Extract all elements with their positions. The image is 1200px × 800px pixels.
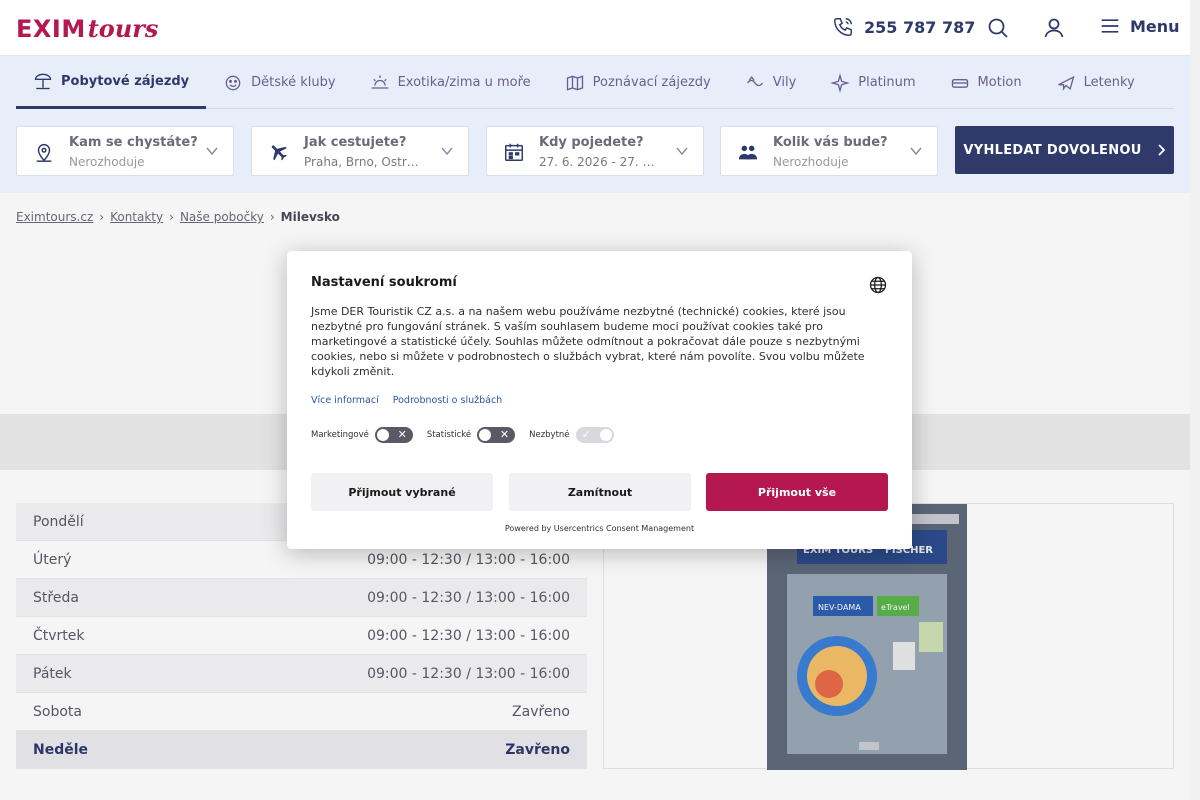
travelers-select[interactable]: Kolik vás bude? Nerozhoduje bbox=[720, 126, 938, 176]
service-details-link[interactable]: Podrobnosti o službách bbox=[393, 395, 502, 406]
search-icon[interactable] bbox=[986, 16, 1010, 40]
destination-value: Nerozhoduje bbox=[69, 155, 145, 169]
chevron-down-icon bbox=[910, 147, 922, 156]
tab-label: Poznávací zájezdy bbox=[592, 75, 711, 90]
tab-exotika[interactable]: Exotika/zima u moře bbox=[353, 56, 548, 109]
privacy-settings-modal: Nastavení soukromí Jsme DER Touristik CZ… bbox=[287, 251, 912, 549]
marketing-toggle-item: Marketingové ✕ bbox=[311, 427, 413, 443]
tab-poznavaci-zajezdy[interactable]: Poznávací zájezdy bbox=[548, 56, 728, 109]
modal-title: Nastavení soukromí bbox=[311, 275, 457, 290]
toggle-label: Marketingové bbox=[311, 430, 369, 440]
tab-label: Letenky bbox=[1083, 75, 1135, 90]
consent-toggles: Marketingové ✕ Statistické ✕ Nezbytné ✓ bbox=[311, 427, 628, 443]
eximtours-logo[interactable]: EXIM tours bbox=[16, 14, 158, 43]
plane-icon bbox=[271, 145, 287, 161]
search-band: Pobytové zájezdy Dětské kluby Exotika/zi… bbox=[0, 56, 1190, 193]
statistics-toggle[interactable]: ✕ bbox=[477, 427, 516, 443]
accept-selected-button[interactable]: Přijmout vybrané bbox=[311, 473, 493, 511]
departure-select[interactable]: Jak cestujete? Praha, Brno, Ostr… bbox=[251, 126, 469, 176]
category-tabs: Pobytové zájezdy Dětské kluby Exotika/zi… bbox=[16, 56, 1174, 109]
map-pin-icon bbox=[36, 144, 52, 162]
logo-exim-text: EXIM bbox=[16, 15, 86, 43]
tab-motion[interactable]: Motion bbox=[933, 56, 1039, 109]
page-scrollbar[interactable] bbox=[1190, 0, 1200, 800]
beach-umbrella-icon bbox=[34, 73, 52, 90]
search-holiday-button[interactable]: VYHLEDAT DOVOLENOU bbox=[955, 126, 1174, 174]
search-button-label: VYHLEDAT DOVOLENOU bbox=[963, 142, 1142, 158]
smiley-icon bbox=[225, 75, 241, 90]
plane-icon bbox=[1057, 75, 1075, 91]
map-icon bbox=[566, 74, 583, 91]
tab-label: Pobytové zájezdy bbox=[61, 73, 190, 89]
tab-label: Exotika/zima u moře bbox=[397, 75, 531, 90]
necessary-toggle-item: Nezbytné ✓ bbox=[529, 427, 614, 443]
modal-links: Více informací Podrobnosti o službách bbox=[311, 395, 502, 406]
accept-all-button[interactable]: Přijmout vše bbox=[706, 473, 888, 511]
menu-button[interactable]: Menu bbox=[1100, 16, 1180, 36]
x-icon: ✕ bbox=[499, 428, 510, 441]
dates-select[interactable]: Kdy pojedete? 27. 6. 2026 - 27. 8… bbox=[486, 126, 704, 176]
villa-icon bbox=[746, 75, 763, 86]
modal-description: Jsme DER Touristik CZ a.s. a na našem we… bbox=[311, 305, 865, 378]
check-icon: ✓ bbox=[581, 428, 591, 441]
toggle-label: Statistické bbox=[426, 430, 472, 440]
tab-vily[interactable]: Vily bbox=[728, 56, 814, 109]
tab-label: Vily bbox=[772, 75, 797, 90]
departure-title: Jak cestujete? bbox=[304, 135, 407, 150]
bed-icon bbox=[951, 78, 968, 88]
menu-label: Menu bbox=[1130, 16, 1180, 36]
top-header: EXIM tours 255 787 787 Menu bbox=[0, 0, 1190, 56]
travelers-value: Nerozhoduje bbox=[773, 155, 849, 169]
chevron-right-icon bbox=[1157, 144, 1165, 156]
travelers-title: Kolik vás bude? bbox=[773, 135, 888, 150]
language-globe-icon[interactable] bbox=[868, 275, 888, 295]
destination-select[interactable]: Kam se chystáte? Nerozhoduje bbox=[16, 126, 234, 176]
reject-button[interactable]: Zamítnout bbox=[509, 473, 691, 511]
tab-platinum[interactable]: Platinum bbox=[813, 56, 932, 109]
necessary-toggle: ✓ bbox=[575, 427, 614, 443]
destination-title: Kam se chystáte? bbox=[69, 135, 198, 150]
user-icon[interactable] bbox=[1042, 16, 1066, 40]
departure-value: Praha, Brno, Ostr… bbox=[304, 155, 419, 169]
chevron-down-icon bbox=[676, 147, 688, 156]
tab-label: Dětské kluby bbox=[251, 75, 336, 90]
calendar-icon bbox=[505, 143, 523, 161]
chevron-down-icon bbox=[441, 147, 453, 156]
statistics-toggle-item: Statistické ✕ bbox=[426, 427, 516, 443]
phone-number: 255 787 787 bbox=[864, 17, 976, 37]
sparkle-icon bbox=[830, 72, 851, 93]
dates-value: 27. 6. 2026 - 27. 8… bbox=[539, 155, 659, 169]
powered-by-text: Powered by Usercentrics Consent Manageme… bbox=[504, 524, 695, 533]
tab-pobytove-zajezdy[interactable]: Pobytové zájezdy bbox=[16, 56, 207, 109]
logo-tours-text: tours bbox=[87, 14, 159, 43]
phone-icon bbox=[834, 18, 852, 36]
tab-letenky[interactable]: Letenky bbox=[1039, 56, 1152, 109]
tab-detske-kluby[interactable]: Dětské kluby bbox=[206, 56, 352, 109]
marketing-toggle[interactable]: ✕ bbox=[374, 427, 413, 443]
tab-label: Platinum bbox=[858, 75, 916, 90]
toggle-label: Nezbytné bbox=[529, 430, 570, 440]
phone-link[interactable]: 255 787 787 bbox=[832, 16, 975, 38]
chevron-down-icon bbox=[206, 147, 218, 156]
people-icon bbox=[738, 145, 758, 160]
dates-title: Kdy pojedete? bbox=[539, 135, 644, 150]
tab-label: Motion bbox=[977, 75, 1022, 90]
hamburger-icon bbox=[1101, 19, 1119, 33]
sun-icon bbox=[371, 75, 388, 89]
x-icon: ✕ bbox=[397, 428, 407, 441]
more-info-link[interactable]: Více informací bbox=[311, 395, 379, 406]
